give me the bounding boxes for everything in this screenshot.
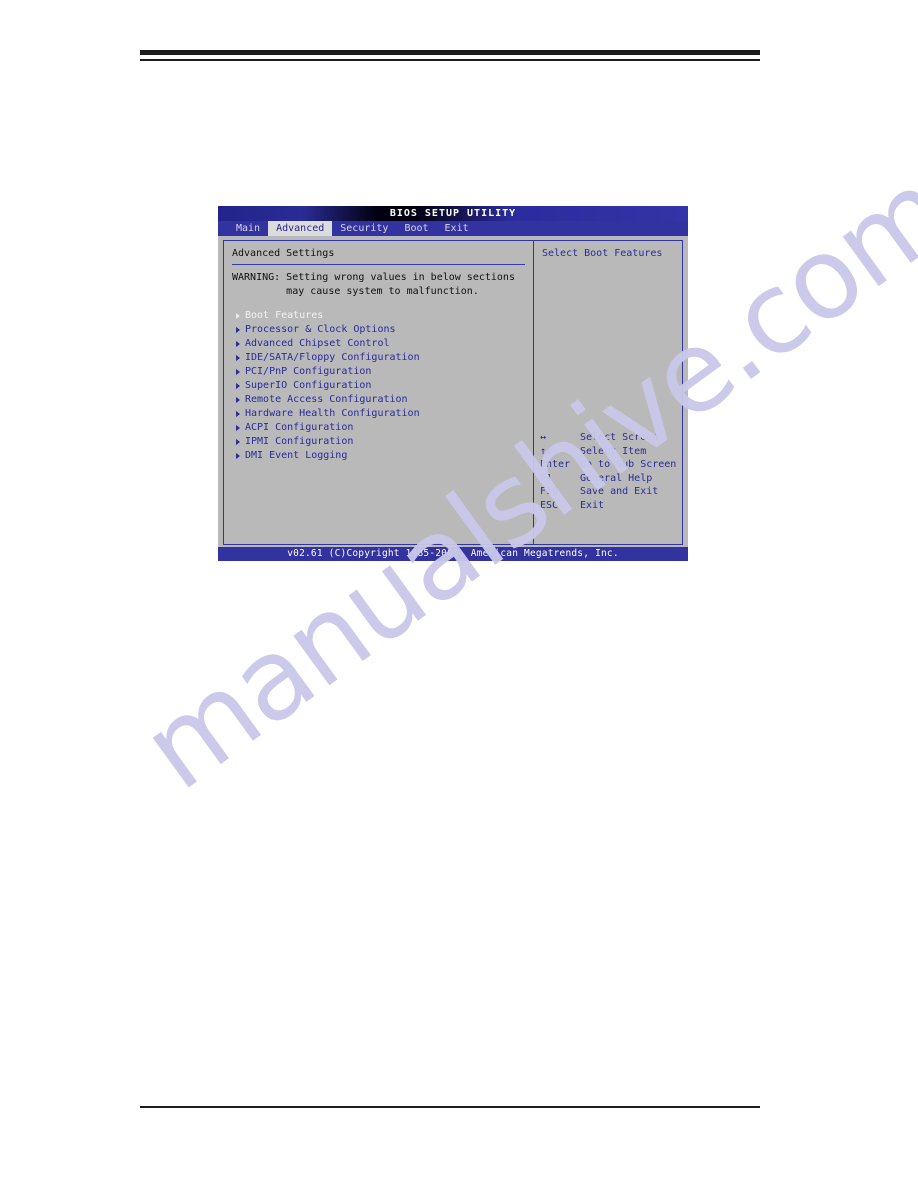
chevron-right-icon — [236, 425, 240, 431]
menu-item-dmi-event-logging[interactable]: DMI Event Logging — [232, 449, 525, 463]
legend-row: Enter Go to Sub Screen — [540, 458, 688, 472]
legend-label: Go to Sub Screen — [580, 459, 677, 470]
chevron-right-icon — [236, 341, 240, 347]
help-panel: Select Boot Features ↔ Select Screen ↑↓ … — [534, 240, 683, 545]
menu-item-label: Hardware Health Configuration — [245, 408, 420, 419]
legend-row: ↔ Select Screen — [540, 431, 688, 445]
bios-setup-screen: BIOS SETUP UTILITY Main Advanced Securit… — [218, 206, 688, 561]
tab-exit[interactable]: Exit — [437, 221, 477, 236]
menu-item-ipmi-configuration[interactable]: IPMI Configuration — [232, 435, 525, 449]
panel-divider — [232, 264, 525, 265]
advanced-settings-panel: Advanced Settings WARNING: Setting wrong… — [223, 240, 534, 545]
legend-label: Select Item — [580, 445, 647, 457]
page-rule-top-thick — [140, 50, 760, 55]
page-title: Advanced Settings — [232, 248, 335, 259]
tab-advanced[interactable]: Advanced — [268, 221, 333, 236]
chevron-right-icon — [236, 453, 240, 459]
menu-item-label: Advanced Chipset Control — [245, 338, 390, 349]
chevron-right-icon — [236, 439, 240, 445]
legend-label: Exit — [580, 499, 605, 511]
menu-item-label: PCI/PnP Configuration — [245, 366, 372, 377]
bios-title-bar: BIOS SETUP UTILITY — [218, 206, 688, 221]
bios-menu-bar: Main Advanced Security Boot Exit — [218, 221, 688, 236]
esc-key-label: ESC — [540, 499, 559, 511]
f10-key-label: F10 — [540, 486, 559, 497]
tab-boot[interactable]: Boot — [396, 221, 436, 236]
menu-item-label: Processor & Clock Options — [245, 324, 396, 335]
menu-item-acpi-configuration[interactable]: ACPI Configuration — [232, 421, 525, 435]
menu-item-label: Remote Access Configuration — [245, 394, 408, 405]
chevron-right-icon — [236, 313, 240, 319]
menu-item-hardware-health-configuration[interactable]: Hardware Health Configuration — [232, 407, 525, 421]
warning-text: WARNING: Setting wrong values in below s… — [232, 272, 515, 297]
key-legend: ↔ Select Screen ↑↓ Select Item Enter Go … — [540, 431, 688, 512]
legend-label: Select Screen — [580, 432, 659, 443]
menu-item-advanced-chipset-control[interactable]: Advanced Chipset Control — [232, 337, 525, 351]
bios-title-text: BIOS SETUP UTILITY — [389, 208, 517, 219]
up-down-arrow-icon: ↑↓ — [540, 445, 553, 457]
legend-label: Save and Exit — [580, 486, 659, 497]
watermark: manualshive.com — [120, 146, 918, 980]
menu-item-boot-features[interactable]: Boot Features — [232, 309, 525, 323]
menu-item-label: IDE/SATA/Floppy Configuration — [245, 352, 420, 363]
menu-item-label: SuperIO Configuration — [245, 380, 372, 391]
chevron-right-icon — [236, 327, 240, 333]
help-panel-title: Select Boot Features — [542, 248, 663, 259]
bios-body: Advanced Settings WARNING: Setting wrong… — [218, 236, 688, 545]
legend-row: F1 General Help — [540, 472, 688, 486]
chevron-right-icon — [236, 383, 240, 389]
menu-item-superio-configuration[interactable]: SuperIO Configuration — [232, 379, 525, 393]
menu-item-label: DMI Event Logging — [245, 450, 348, 461]
tab-security[interactable]: Security — [332, 221, 396, 236]
enter-key-label: Enter — [540, 459, 571, 470]
f1-key-label: F1 — [540, 472, 553, 484]
tab-main[interactable]: Main — [228, 221, 268, 236]
chevron-right-icon — [236, 411, 240, 417]
left-right-arrow-icon: ↔ — [540, 432, 547, 443]
legend-row: ↑↓ Select Item — [540, 445, 688, 459]
chevron-right-icon — [236, 355, 240, 361]
chevron-right-icon — [236, 369, 240, 375]
menu-item-ide-sata-floppy-configuration[interactable]: IDE/SATA/Floppy Configuration — [232, 351, 525, 365]
legend-row: ESC Exit — [540, 499, 688, 513]
chevron-right-icon — [236, 397, 240, 403]
menu-item-processor-clock-options[interactable]: Processor & Clock Options — [232, 323, 525, 337]
menu-item-label: ACPI Configuration — [245, 422, 354, 433]
legend-label: General Help — [580, 472, 653, 484]
legend-row: F10 Save and Exit — [540, 485, 688, 499]
settings-menu-list: Boot Features Processor & Clock Options … — [232, 309, 525, 463]
bios-footer-bar: v02.61 (C)Copyright 1985-2006, American … — [218, 547, 688, 561]
menu-item-label: IPMI Configuration — [245, 436, 354, 447]
menu-item-pci-pnp-configuration[interactable]: PCI/PnP Configuration — [232, 365, 525, 379]
menu-item-label: Boot Features — [245, 310, 324, 321]
page-rule-top-thin — [140, 59, 760, 61]
menu-item-remote-access-configuration[interactable]: Remote Access Configuration — [232, 393, 525, 407]
copyright-text: v02.61 (C)Copyright 1985-2006, American … — [287, 548, 619, 559]
page-rule-bottom — [140, 1106, 760, 1108]
